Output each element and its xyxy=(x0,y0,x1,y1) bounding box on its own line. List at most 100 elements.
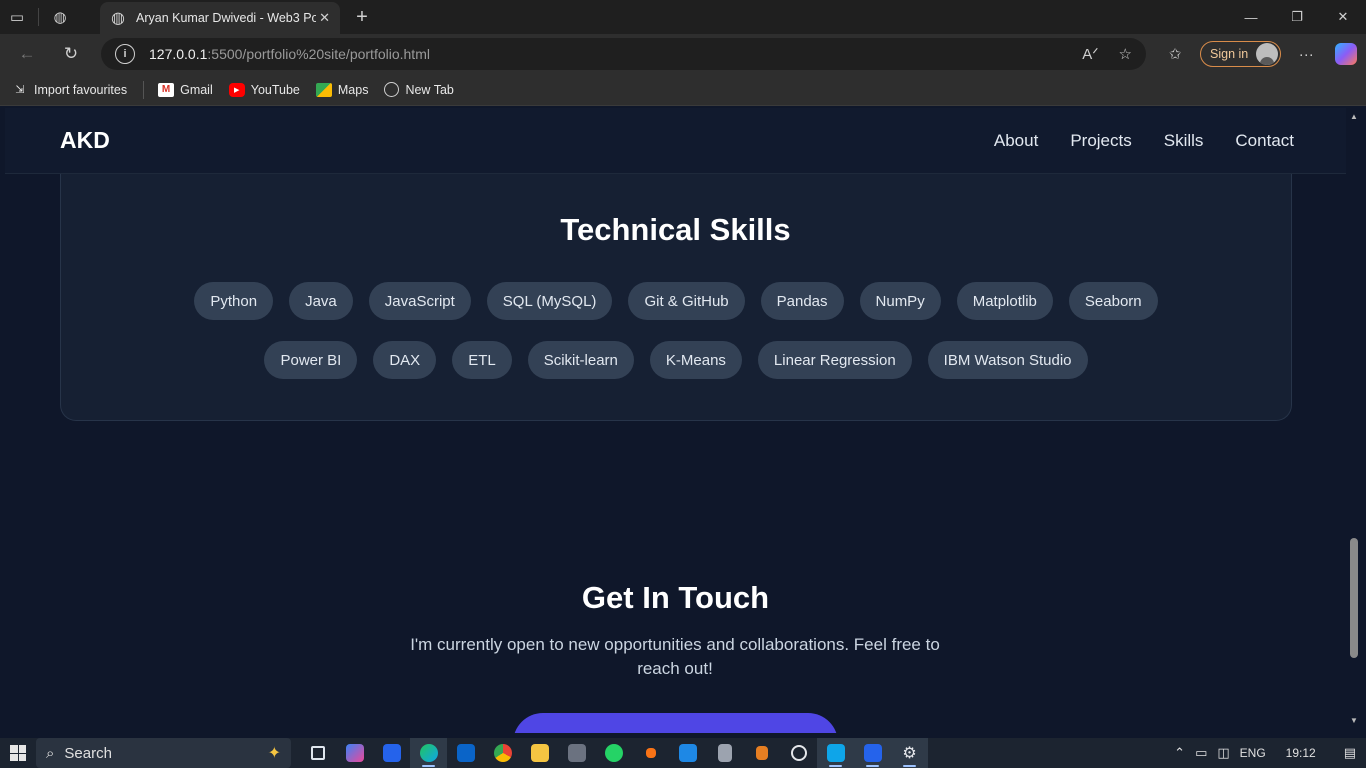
edge-icon[interactable] xyxy=(410,738,447,768)
skill-chip: SQL (MySQL) xyxy=(486,282,613,320)
fav-label: New Tab xyxy=(405,82,454,97)
nav-link-about[interactable]: About xyxy=(994,131,1038,151)
app-icon[interactable] xyxy=(632,738,669,768)
calculator-icon[interactable] xyxy=(706,738,743,768)
app-icon[interactable] xyxy=(669,738,706,768)
address-bar-row: ← ↻ i 127.0.0.1:5500/portfolio%20site/po… xyxy=(0,34,1366,74)
skill-chip: ETL xyxy=(452,341,512,379)
skills-title: Technical Skills xyxy=(560,212,791,247)
fav-maps[interactable]: Maps xyxy=(315,82,369,97)
search-icon: ⌕ xyxy=(46,744,55,762)
fav-youtube[interactable]: ▶ YouTube xyxy=(228,82,300,97)
copilot-app-icon[interactable] xyxy=(336,738,373,768)
url-path: :5500/portfolio%20site/portfolio.html xyxy=(207,46,430,62)
globe-icon: ◍ xyxy=(111,10,125,27)
read-aloud-icon[interactable]: Aᐟ xyxy=(1082,45,1098,63)
refresh-button[interactable]: ↻ xyxy=(54,37,88,71)
site-nav-links: About Projects Skills Contact xyxy=(994,131,1294,151)
skill-chip: Pandas xyxy=(760,282,844,320)
favourite-star-icon[interactable]: ☆ xyxy=(1119,45,1132,63)
minimize-icon[interactable]: — xyxy=(1228,0,1274,34)
window-controls: — ❐ ✕ xyxy=(1228,0,1366,34)
close-tab-icon[interactable]: ✕ xyxy=(319,10,330,26)
app-icon[interactable] xyxy=(558,738,595,768)
clock[interactable]: 19:12 xyxy=(1286,746,1316,760)
site-info-icon[interactable]: i xyxy=(115,44,135,64)
skill-chip: Seaborn xyxy=(1068,282,1158,320)
search-label: Search xyxy=(64,744,112,762)
url-bar[interactable]: i 127.0.0.1:5500/portfolio%20site/portfo… xyxy=(101,38,1146,70)
windows-icon xyxy=(10,745,26,761)
start-button[interactable] xyxy=(0,738,36,768)
fav-new-tab[interactable]: New Tab xyxy=(384,82,454,97)
back-button[interactable]: ← xyxy=(10,37,44,71)
vscode-icon[interactable] xyxy=(817,738,854,768)
avatar xyxy=(1256,43,1279,65)
fav-label: Maps xyxy=(337,82,369,97)
whatsapp-icon[interactable] xyxy=(595,738,632,768)
store-icon[interactable] xyxy=(373,738,410,768)
skill-chip: K-Means xyxy=(649,341,742,379)
page-viewport: Technical Skills Python Java JavaScript … xyxy=(5,108,1346,733)
task-view-icon[interactable] xyxy=(299,738,336,768)
language-indicator[interactable]: ENG xyxy=(1240,746,1266,760)
file-explorer-icon[interactable] xyxy=(521,738,558,768)
divider xyxy=(38,8,39,26)
skill-chip: Power BI xyxy=(264,341,358,379)
skill-chip: Java xyxy=(289,282,353,320)
chrome-icon[interactable] xyxy=(484,738,521,768)
app-icon[interactable] xyxy=(854,738,891,768)
fav-import-favourites[interactable]: ⇲ Import favourites xyxy=(12,83,127,97)
fav-label: YouTube xyxy=(250,82,300,97)
contact-button[interactable] xyxy=(513,713,838,733)
tab-actions-icon[interactable]: ▭ xyxy=(0,0,34,34)
skill-chip: NumPy xyxy=(859,282,941,320)
system-tray: ⌃ ▭ ◫ ENG 19:12 ▤ xyxy=(1174,738,1366,768)
skill-chip: JavaScript xyxy=(368,282,471,320)
taskbar-search[interactable]: ⌕ Search ✦ xyxy=(36,738,291,768)
fav-label: Gmail xyxy=(180,82,213,97)
gmail-icon: M xyxy=(158,82,175,97)
taskbar: ⌕ Search ✦ ⚙ ⌃ ▭ ◫ ENG 19:12 ▤ xyxy=(0,738,1366,768)
divider xyxy=(143,80,145,99)
youtube-icon: ▶ xyxy=(228,82,245,97)
restore-icon[interactable]: ❐ xyxy=(1274,0,1320,34)
nav-link-skills[interactable]: Skills xyxy=(1164,131,1204,151)
skill-chip: DAX xyxy=(373,341,437,379)
close-window-icon[interactable]: ✕ xyxy=(1320,0,1366,34)
nav-link-projects[interactable]: Projects xyxy=(1070,131,1131,151)
scrollbar-thumb[interactable] xyxy=(1350,538,1358,658)
more-options-icon[interactable]: ··· xyxy=(1291,39,1321,69)
skill-chip: IBM Watson Studio xyxy=(927,341,1088,379)
skill-chip: Python xyxy=(194,282,274,320)
favourites-icon[interactable]: ✩ xyxy=(1160,39,1190,69)
sparkle-icon: ✦ xyxy=(267,745,281,762)
skill-chip: Scikit-learn xyxy=(527,341,634,379)
fav-gmail[interactable]: M Gmail xyxy=(158,82,213,97)
site-logo[interactable]: AKD xyxy=(60,127,110,154)
camera-icon[interactable]: ◫ xyxy=(1217,745,1229,761)
skills-list: Python Java JavaScript SQL (MySQL) Git &… xyxy=(60,282,1292,379)
chevron-up-icon[interactable]: ⌃ xyxy=(1174,745,1185,761)
skill-chip: Git & GitHub xyxy=(628,282,745,320)
skill-chip: Matplotlib xyxy=(956,282,1053,320)
settings-icon[interactable]: ⚙ xyxy=(891,738,928,768)
sign-in-label: Sign in xyxy=(1210,47,1249,61)
workspaces-icon[interactable]: ◍ xyxy=(43,0,77,34)
notification-icon[interactable]: ▤ xyxy=(1344,745,1356,761)
nav-link-contact[interactable]: Contact xyxy=(1235,131,1294,151)
tab-portfolio[interactable]: ◍ Aryan Kumar Dwivedi - Web3 Portfolio ✕ xyxy=(100,2,340,34)
scroll-up-icon[interactable]: ▲ xyxy=(1349,112,1359,122)
sign-in-button[interactable]: Sign in xyxy=(1200,41,1282,67)
copilot-icon[interactable] xyxy=(1335,43,1358,65)
new-tab-button[interactable]: + xyxy=(350,5,374,29)
chatgpt-icon[interactable] xyxy=(780,738,817,768)
globe-icon xyxy=(384,82,400,97)
browser-tab-bar: ▭ ◍ ◍ Aryan Kumar Dwivedi - Web3 Portfol… xyxy=(0,0,1366,34)
app-icon[interactable] xyxy=(743,738,780,768)
battery-icon[interactable]: ▭ xyxy=(1195,745,1207,761)
outlook-icon[interactable] xyxy=(447,738,484,768)
skill-chip: Linear Regression xyxy=(757,341,912,379)
scroll-down-icon[interactable]: ▼ xyxy=(1349,716,1359,726)
fav-label: Import favourites xyxy=(34,82,128,97)
